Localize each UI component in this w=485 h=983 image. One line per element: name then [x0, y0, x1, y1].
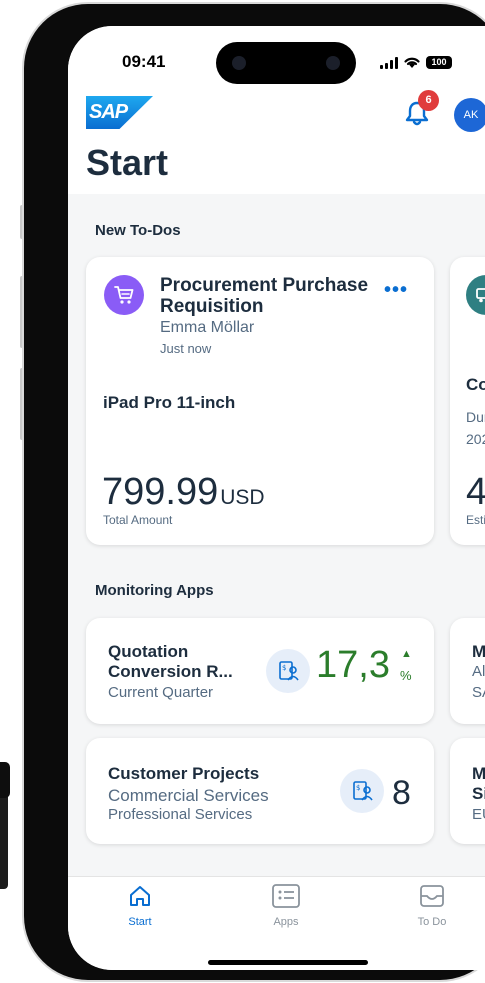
monitoring-title: Conversion R... [108, 662, 233, 681]
notification-badge: 6 [418, 90, 439, 111]
todo-timestamp: Just now [160, 341, 212, 356]
monitoring-subtitle: Commercial Services [108, 786, 269, 805]
amount-value: 799.99 [102, 471, 219, 513]
sensor-icon [326, 56, 340, 70]
peek-title: Situ [472, 784, 485, 803]
peek-title: My I [472, 642, 485, 661]
peek-line: EUR [472, 806, 485, 823]
watch-crown [0, 762, 10, 798]
truck-icon [466, 275, 485, 315]
peek-line: 2023- [466, 431, 485, 447]
inbox-icon [420, 885, 444, 907]
peek-title: Mor [472, 764, 485, 783]
tab-label: Apps [273, 916, 299, 928]
monitoring-title: Customer Projects [108, 764, 260, 783]
svg-text:$: $ [282, 664, 286, 672]
apps-icon [272, 884, 300, 908]
kpi-value: 8 [392, 774, 411, 812]
tab-apps[interactable]: Apps [256, 883, 316, 928]
wifi-icon [404, 57, 420, 68]
trend-up-icon: ▲ [401, 648, 412, 660]
home-indicator [208, 960, 368, 965]
monitoring-card-projects[interactable]: Customer Projects Commercial Services Pr… [86, 738, 434, 844]
monitoring-card-peek[interactable]: Mor Situ EUR [450, 738, 485, 844]
peek-line: All It [472, 663, 485, 680]
app-header: 09:41 100 SAP 6 AK Start [68, 26, 485, 194]
kpi-unit: % [400, 668, 412, 683]
peek-value: 40 [466, 471, 485, 513]
section-title-todos: New To-Dos [95, 222, 181, 239]
cart-icon [104, 275, 144, 315]
section-title-monitoring: Monitoring Apps [95, 582, 214, 599]
tab-start[interactable]: Start [110, 883, 170, 928]
kpi-icon: $ [340, 769, 384, 813]
signal-icon [380, 57, 398, 69]
todo-item-name: iPad Pro 11-inch [103, 393, 236, 412]
todo-title: Procurement Purchase Requisition [160, 275, 369, 317]
monitoring-subtitle: Professional Services [108, 806, 253, 823]
sap-logo: SAP [86, 96, 153, 129]
peek-line: SAP [472, 684, 485, 701]
monitoring-card-peek[interactable]: My I All It SAP [450, 618, 485, 724]
home-icon [130, 886, 150, 906]
peek-title: Com [466, 375, 485, 394]
todo-card-peek[interactable]: Com Durat 2023- 40 Estima [450, 257, 485, 545]
battery-icon: 100 [426, 56, 452, 69]
tab-bar: Start Apps To Do [68, 876, 485, 970]
todo-amount: 799.99USD [102, 471, 265, 514]
todo-card[interactable]: Procurement Purchase Requisition ••• Emm… [86, 257, 434, 545]
avatar[interactable]: AK [454, 98, 485, 132]
peek-value-label: Estima [466, 513, 485, 527]
status-time: 09:41 [122, 52, 166, 71]
dynamic-island [216, 42, 356, 84]
amount-label: Total Amount [103, 513, 173, 527]
tab-label: To Do [417, 916, 447, 928]
more-options-icon[interactable]: ••• [384, 279, 408, 302]
monitoring-card-quotation[interactable]: Quotation Conversion R... Current Quarte… [86, 618, 434, 724]
amount-currency: USD [220, 486, 265, 509]
svg-text:$: $ [356, 784, 360, 792]
monitoring-subtitle: Current Quarter [108, 684, 214, 701]
peek-line: Durat [466, 409, 485, 425]
page-title: Start [86, 142, 169, 183]
kpi-value: 17,3 [316, 644, 390, 686]
monitoring-title: Quotation [108, 642, 189, 661]
phone-frame: 09:41 100 SAP 6 AK Start New To-Dos Proc… [24, 4, 485, 980]
camera-icon [232, 56, 246, 70]
kpi-icon: $ [266, 649, 310, 693]
status-icons: 100 [380, 56, 452, 69]
todo-requester: Emma Möllar [160, 319, 255, 336]
app-screen: 09:41 100 SAP 6 AK Start New To-Dos Proc… [68, 26, 485, 970]
tab-todo[interactable]: To Do [402, 883, 462, 928]
tab-label: Start [128, 916, 152, 928]
